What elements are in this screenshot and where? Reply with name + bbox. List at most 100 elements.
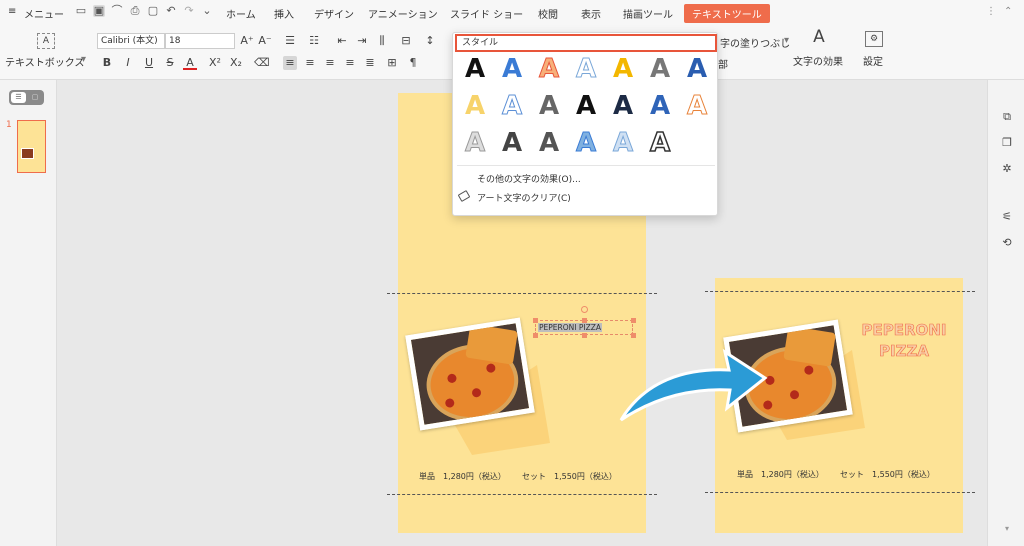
line-spacing-icon[interactable]: ↕ [423,34,437,48]
style-swatch[interactable]: A [609,92,637,120]
grow-font-icon[interactable]: A⁺ [240,34,254,48]
superscript-icon[interactable]: X² [208,56,222,70]
font-size-select[interactable]: 18 [165,33,235,49]
collapse-ribbon-icon[interactable]: ⌃ [1004,6,1012,17]
align-center-icon[interactable]: ≡ [303,56,317,70]
customize-chevron-icon[interactable]: ⌄ [201,5,213,17]
selected-text[interactable]: PEPERONI PIZZA [538,323,602,332]
hamburger-icon[interactable]: ≡ [8,6,16,17]
art-title-line1[interactable]: PEPERONI [850,321,958,340]
style-swatch[interactable]: A [646,55,674,83]
style-swatch[interactable]: A [609,55,637,83]
textbox-chevron-icon[interactable]: ▾ [81,54,86,65]
undo-icon[interactable]: ↶ [165,5,177,17]
redo-icon[interactable]: ↷ [183,5,195,17]
style-swatch[interactable]: A [498,129,526,157]
text-fill-chevron-icon[interactable]: ▾ [784,35,789,46]
save-icon[interactable]: ▣ [93,5,105,17]
subscript-icon[interactable]: X₂ [229,56,243,70]
font-color-icon[interactable]: A [183,56,197,70]
style-swatch[interactable]: A [498,55,526,83]
style-swatch[interactable]: A [609,129,637,158]
adjust-icon[interactable]: ⚟ [1000,210,1014,224]
open-folder-icon[interactable]: ▭ [75,5,87,17]
tab-insert[interactable]: 挿入 [274,6,294,21]
settings-icon[interactable]: ⚙ [865,31,883,47]
tab-review[interactable]: 校閲 [538,6,558,21]
guide-line [387,494,657,495]
style-swatch[interactable]: A [461,129,489,158]
view-toggle[interactable]: ☰ ▢ [9,90,44,105]
numbering-icon[interactable]: ☷ [307,34,321,48]
gear-icon[interactable]: ✲ [1000,162,1014,176]
resize-handle[interactable] [582,333,587,338]
style-swatch[interactable]: A [683,92,711,121]
paragraph-icon[interactable]: ¶ [406,56,420,70]
format-painter-icon[interactable]: ⌒ [111,5,123,17]
clear-art-text-item[interactable]: アート文字のクリア(C) [477,191,571,204]
strikethrough-icon[interactable]: S [163,56,177,70]
text-effect-icon[interactable]: A [811,29,827,48]
tab-slideshow[interactable]: スライド ショー [450,6,523,21]
textbox-button[interactable]: テキストボックス [5,54,84,69]
outline-view-icon[interactable]: ☰ [11,92,26,103]
clear-format-icon[interactable]: ⌫ [254,56,270,70]
scroll-down-icon[interactable]: ▾ [1000,522,1014,536]
style-swatch[interactable]: A [646,92,674,120]
style-swatch[interactable]: A [572,55,600,84]
tab-view[interactable]: 表示 [581,6,601,21]
align-text-icon[interactable]: ⊟ [399,34,413,48]
text-direction-icon[interactable]: ⫼ [375,34,389,48]
columns-icon[interactable]: ⊞ [385,56,399,70]
increase-indent-icon[interactable]: ⇥ [355,34,369,48]
settings-button[interactable]: 設定 [863,53,883,68]
style-swatch[interactable]: A [646,128,674,158]
tab-drawing-tools[interactable]: 描画ツール [623,6,673,21]
underline-icon[interactable]: U [142,56,156,70]
print-preview-icon[interactable]: ▢ [147,5,159,17]
style-swatch[interactable]: A [498,92,526,121]
slide-thumbnail-panel: ☰ ▢ 1 [0,80,57,546]
shrink-font-icon[interactable]: A⁻ [258,34,272,48]
style-swatch[interactable]: A [572,92,600,120]
text-fill-button[interactable]: 字の塗りつぶし [720,35,790,50]
bold-icon[interactable]: B [100,56,114,70]
right-tool-rail: ⧉ ❐ ✲ ⚟ ⟲ ▾ [987,80,1024,546]
art-title-line2[interactable]: PIZZA [850,342,958,361]
resize-handle[interactable] [533,333,538,338]
menu-button[interactable]: メニュー [24,6,64,21]
print-icon[interactable]: ⎙ [129,5,141,17]
justify-icon[interactable]: ≡ [343,56,357,70]
decrease-indent-icon[interactable]: ⇤ [335,34,349,48]
bullets-icon[interactable]: ☰ [283,34,297,48]
distributed-icon[interactable]: ≣ [363,56,377,70]
thumbnail-view-icon[interactable]: ▢ [28,92,42,103]
textbox-icon[interactable]: A [37,33,55,49]
align-right-icon[interactable]: ≡ [323,56,337,70]
italic-icon[interactable]: I [121,56,135,70]
layers-icon[interactable]: ⧉ [1000,110,1014,124]
style-swatch[interactable]: A [535,92,563,120]
tab-home[interactable]: ホーム [226,6,256,21]
pizza-photo-left[interactable] [405,317,535,431]
style-swatch[interactable]: A [683,55,711,83]
more-icon[interactable]: ⋮ [986,6,996,17]
resize-handle[interactable] [631,318,636,323]
align-left-icon[interactable]: ≡ [283,56,297,70]
style-swatch[interactable]: A [572,129,600,158]
slide-thumbnail[interactable] [17,120,46,173]
history-icon[interactable]: ⟲ [1000,236,1014,250]
style-swatch[interactable]: A [461,55,489,83]
copy-icon[interactable]: ❐ [1000,136,1014,150]
tab-animation[interactable]: アニメーション [368,6,438,21]
style-swatch[interactable]: A [535,55,563,84]
tab-text-tools[interactable]: テキストツール [684,4,770,23]
style-swatch[interactable]: A [535,129,563,157]
text-outline-button[interactable]: 部 [718,56,728,71]
style-swatch[interactable]: A [461,92,489,120]
font-name-select[interactable]: Calibri (本文) [97,33,165,49]
rotate-handle[interactable] [581,306,588,313]
more-text-effects-item[interactable]: その他の文字の効果(O)... [477,172,581,185]
text-effect-button[interactable]: 文字の効果 [793,53,843,68]
tab-design[interactable]: デザイン [314,6,354,21]
